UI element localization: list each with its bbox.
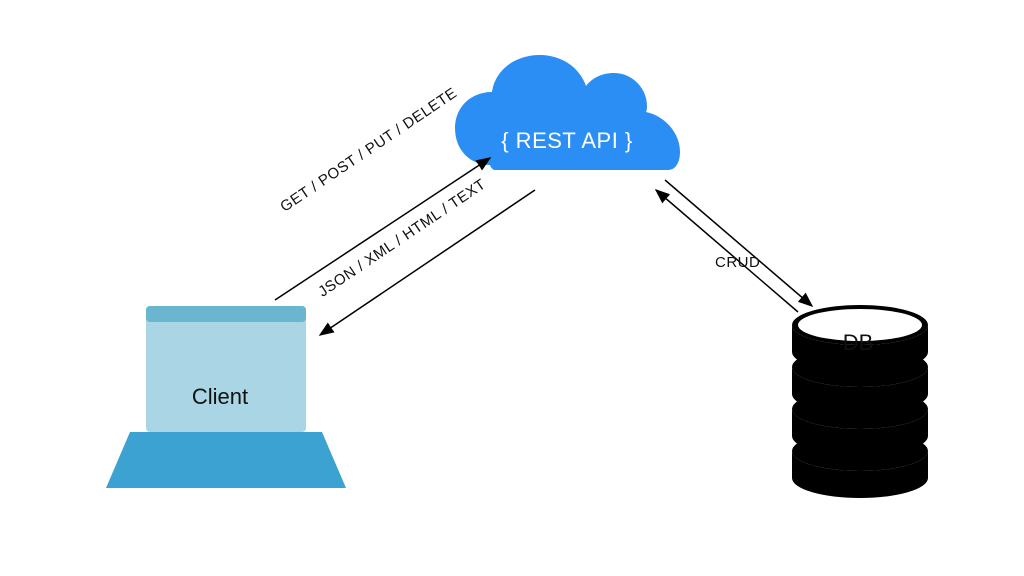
arrow-api-to-db [665,180,812,306]
diagram-canvas: { REST API } Client DB GET / POST / PUT … [0,0,1024,576]
arrow-client-to-api [275,158,490,300]
arrow-db-to-api [656,190,798,312]
db-label: DB [818,330,898,356]
diagram-svg [0,0,1024,576]
api-label: { REST API } [482,128,652,154]
client-label: Client [155,384,285,410]
edge-label-crud: CRUD [715,254,760,271]
